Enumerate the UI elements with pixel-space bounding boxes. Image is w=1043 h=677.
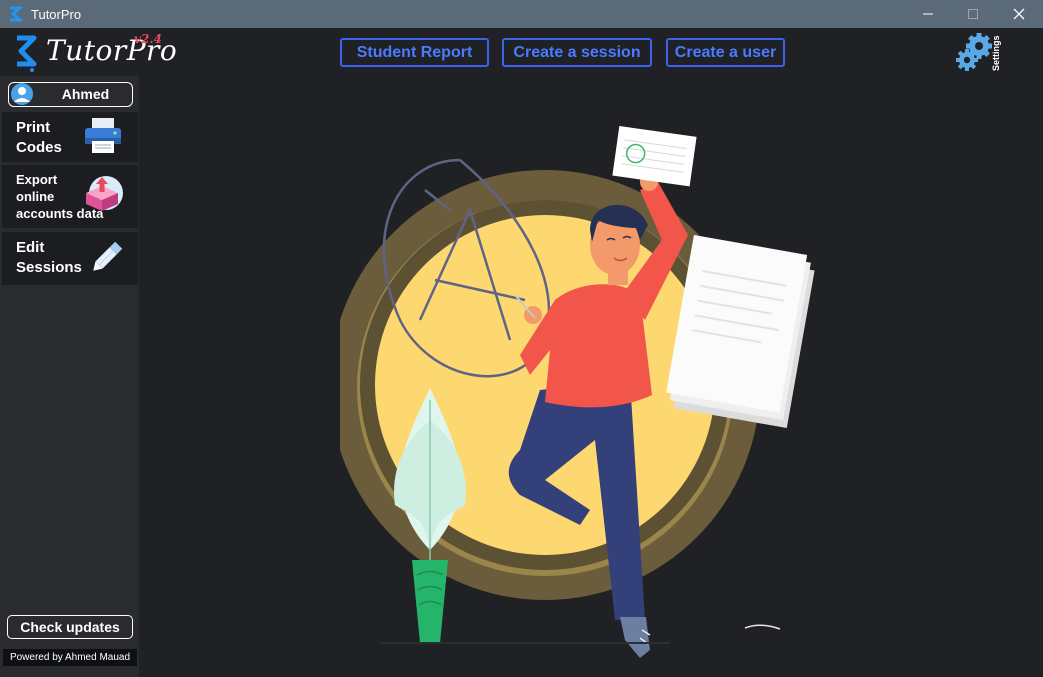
pencil-icon <box>93 241 123 271</box>
student-report-button[interactable]: Student Report <box>340 38 489 67</box>
user-badge[interactable]: Ahmed <box>8 82 133 107</box>
app-header: TutorPro v2.4 Student Report Create a se… <box>0 28 1043 76</box>
printer-icon <box>85 118 121 153</box>
version-badge: v2.4 <box>134 32 162 46</box>
maximize-icon <box>968 9 978 19</box>
close-button[interactable] <box>996 0 1042 28</box>
user-avatar-icon <box>11 83 33 105</box>
maximize-button[interactable] <box>950 0 996 28</box>
tutor-illustration <box>340 126 815 658</box>
logo-mark-icon <box>17 35 37 72</box>
sidebar-item-export-accounts[interactable]: Export online accounts data <box>2 165 138 228</box>
window-title: TutorPro <box>31 6 82 22</box>
app-window: TutorPro TutorPro v2.4 Student Report Cr… <box>0 0 1043 677</box>
sidebar-item-edit-sessions[interactable]: Edit Sessions <box>2 232 138 285</box>
sidebar-item-label: Print Codes <box>16 119 62 156</box>
app-logo-icon <box>10 6 23 22</box>
sidebar-item-label: Edit Sessions <box>16 239 82 276</box>
export-box-icon <box>86 176 123 211</box>
create-session-button[interactable]: Create a session <box>502 38 652 67</box>
settings-button[interactable]: Settings <box>955 31 1010 75</box>
create-user-button[interactable]: Create a user <box>666 38 785 67</box>
close-icon <box>1013 8 1025 20</box>
powered-by-footer: Powered by Ahmed Mauad <box>3 649 137 666</box>
title-bar: TutorPro <box>0 0 1043 28</box>
check-updates-button[interactable]: Check updates <box>7 615 133 639</box>
tutorpro-logo: TutorPro v2.4 <box>12 32 177 72</box>
minimize-icon <box>923 13 933 15</box>
sidebar: Ahmed Print Codes Export online accounts… <box>0 76 139 677</box>
minimize-button[interactable] <box>905 0 951 28</box>
user-name: Ahmed <box>61 86 110 102</box>
sidebar-item-print-codes[interactable]: Print Codes <box>2 112 138 162</box>
gears-icon <box>956 33 992 71</box>
settings-label: Settings <box>991 35 1001 71</box>
